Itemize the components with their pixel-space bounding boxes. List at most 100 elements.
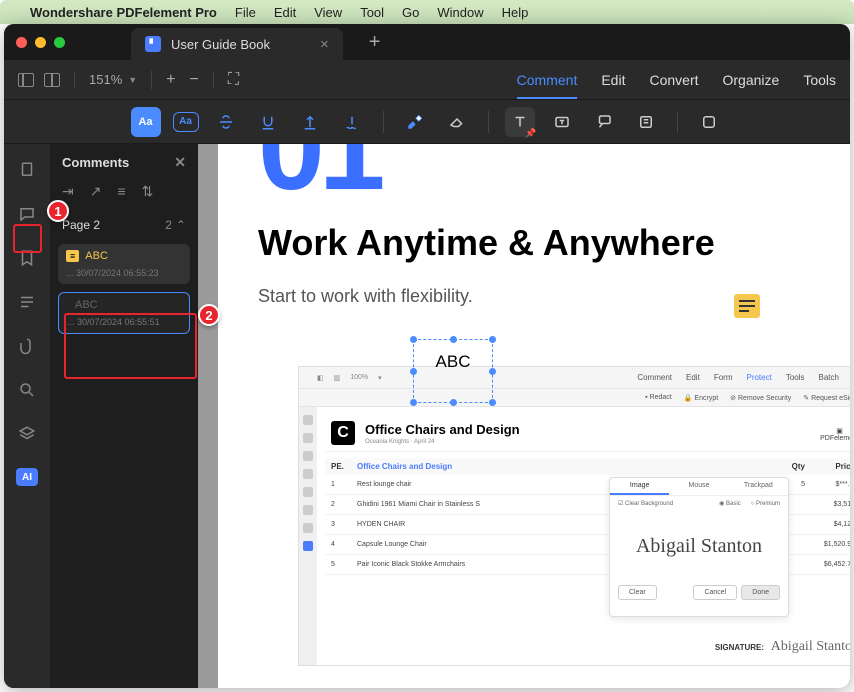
page-header[interactable]: Page 2 2 ⌃: [50, 210, 198, 240]
resize-handle[interactable]: [489, 336, 496, 343]
divider: [74, 71, 75, 89]
comments-nav-icon[interactable]: [17, 204, 37, 224]
resize-handle[interactable]: [410, 399, 417, 406]
resize-handle[interactable]: [410, 336, 417, 343]
window-minimize-button[interactable]: [35, 37, 46, 48]
text-annotation-selected[interactable]: ABC: [413, 339, 493, 403]
resize-handle[interactable]: [410, 368, 417, 375]
fit-screen-icon[interactable]: ⛶: [228, 71, 239, 89]
marker-tool[interactable]: [400, 107, 430, 137]
thumbnails-icon[interactable]: [17, 160, 37, 180]
pdf-page: 01 Work Anytime & Anywhere Start to work…: [218, 144, 850, 688]
macos-menubar: Wondershare PDFelement Pro File Edit Vie…: [0, 0, 854, 24]
company-logo: C: [331, 421, 355, 445]
comment-date: 30/07/2024 06:55:23: [76, 268, 159, 278]
app-menu[interactable]: Wondershare PDFelement Pro: [30, 5, 217, 20]
attachment-icon[interactable]: [17, 336, 37, 356]
export-comments-icon[interactable]: ↗: [90, 183, 102, 200]
comment-item[interactable]: ≡ ABC ... 30/07/2024 06:55:23: [58, 244, 190, 284]
caret-tool[interactable]: [295, 107, 325, 137]
comment-label: ABC: [85, 250, 108, 262]
menu-window[interactable]: Window: [437, 5, 483, 20]
window-close-button[interactable]: [16, 37, 27, 48]
embedded-screenshot: ◧▥100%▾ Comment Edit Form Protect Tools …: [298, 366, 850, 666]
divider: [213, 71, 214, 89]
tab-comment[interactable]: Comment: [517, 72, 578, 88]
zoom-control[interactable]: 151% ▼: [89, 72, 137, 87]
comments-title: Comments: [62, 155, 129, 170]
layers-icon[interactable]: [17, 424, 37, 444]
top-toolbar: 151% ▼ + − ⛶ Comment Edit Convert Organi…: [4, 60, 850, 100]
menu-view[interactable]: View: [314, 5, 342, 20]
panel-left-icon[interactable]: [18, 73, 34, 87]
import-comments-icon[interactable]: ⇥: [62, 183, 74, 200]
divider: [383, 111, 384, 133]
callout-box-1: [13, 224, 42, 253]
eraser-tool[interactable]: [442, 107, 472, 137]
menu-tool[interactable]: Tool: [360, 5, 384, 20]
resize-handle[interactable]: [489, 399, 496, 406]
panel-both-icon[interactable]: [44, 73, 60, 87]
textbox-tool[interactable]: [547, 107, 577, 137]
strikeout-tool[interactable]: [211, 107, 241, 137]
callout-tool[interactable]: [589, 107, 619, 137]
callout-marker-2: 2: [198, 304, 220, 326]
toolbar-left: 151% ▼ + − ⛶: [18, 71, 239, 89]
page-label: Page 2: [62, 218, 100, 232]
ai-button[interactable]: AI: [16, 468, 38, 486]
callout-box-2: [64, 313, 197, 379]
menu-file[interactable]: File: [235, 5, 256, 20]
search-icon[interactable]: [17, 380, 37, 400]
note-tool[interactable]: [631, 107, 661, 137]
area-highlight-tool[interactable]: Aa: [173, 112, 199, 132]
squiggly-tool[interactable]: [337, 107, 367, 137]
sig-clear-button: Clear: [618, 585, 657, 600]
note-badge-icon: ≡: [66, 250, 79, 262]
chapter-number: 01: [258, 144, 810, 172]
page-subline: Start to work with flexibility.: [258, 286, 810, 307]
comments-panel: Comments ✕ ⇥ ↗ ≡ ⇅ Page 2 2 ⌃ ≡ ABC ... …: [50, 144, 198, 688]
zoom-in-button[interactable]: +: [166, 71, 175, 89]
page-count: 2: [165, 218, 172, 232]
menu-edit[interactable]: Edit: [274, 5, 296, 20]
tab-convert[interactable]: Convert: [649, 72, 698, 88]
titlebar: ▘ User Guide Book × +: [4, 24, 850, 60]
tab-organize[interactable]: Organize: [723, 72, 780, 88]
page-headline: Work Anytime & Anywhere: [258, 222, 810, 264]
sort-comments-icon[interactable]: ⇅: [142, 183, 154, 200]
menu-help[interactable]: Help: [502, 5, 529, 20]
outline-icon[interactable]: [17, 292, 37, 312]
traffic-lights: [16, 37, 65, 48]
tab-tools[interactable]: Tools: [803, 72, 836, 88]
embed-title: Office Chairs and Design: [365, 422, 520, 437]
canvas[interactable]: 01 Work Anytime & Anywhere Start to work…: [198, 144, 850, 688]
divider: [151, 71, 152, 89]
resize-handle[interactable]: [450, 336, 457, 343]
resize-handle[interactable]: [450, 399, 457, 406]
filter-comments-icon[interactable]: ≡: [117, 183, 125, 200]
divider: [677, 111, 678, 133]
close-tab-icon[interactable]: ×: [320, 36, 329, 53]
divider: [488, 111, 489, 133]
close-panel-icon[interactable]: ✕: [174, 154, 186, 171]
comment-text: ABC: [67, 299, 181, 311]
window-zoom-button[interactable]: [54, 37, 65, 48]
chevron-down-icon: ▼: [128, 75, 137, 85]
signature-popup: Image Mouse Trackpad ☑ Clear Background …: [609, 477, 789, 617]
underline-tool[interactable]: [253, 107, 283, 137]
menu-go[interactable]: Go: [402, 5, 419, 20]
callout-marker-1: 1: [47, 200, 69, 222]
zoom-value: 151%: [89, 72, 122, 87]
toolbar-tabs: Comment Edit Convert Organize Tools: [517, 72, 836, 88]
document-tab[interactable]: ▘ User Guide Book ×: [131, 28, 343, 60]
highlight-tool[interactable]: Aa: [131, 107, 161, 137]
sig-done-button: Done: [741, 585, 780, 600]
resize-handle[interactable]: [489, 368, 496, 375]
new-tab-button[interactable]: +: [369, 31, 381, 54]
zoom-out-button[interactable]: −: [190, 71, 199, 89]
shape-tool[interactable]: [694, 107, 724, 137]
annotation-toolbar: Aa Aa 📌: [4, 100, 850, 144]
text-comment-tool[interactable]: 📌: [505, 107, 535, 137]
tab-edit[interactable]: Edit: [601, 72, 625, 88]
sticky-note-icon[interactable]: [734, 294, 760, 318]
